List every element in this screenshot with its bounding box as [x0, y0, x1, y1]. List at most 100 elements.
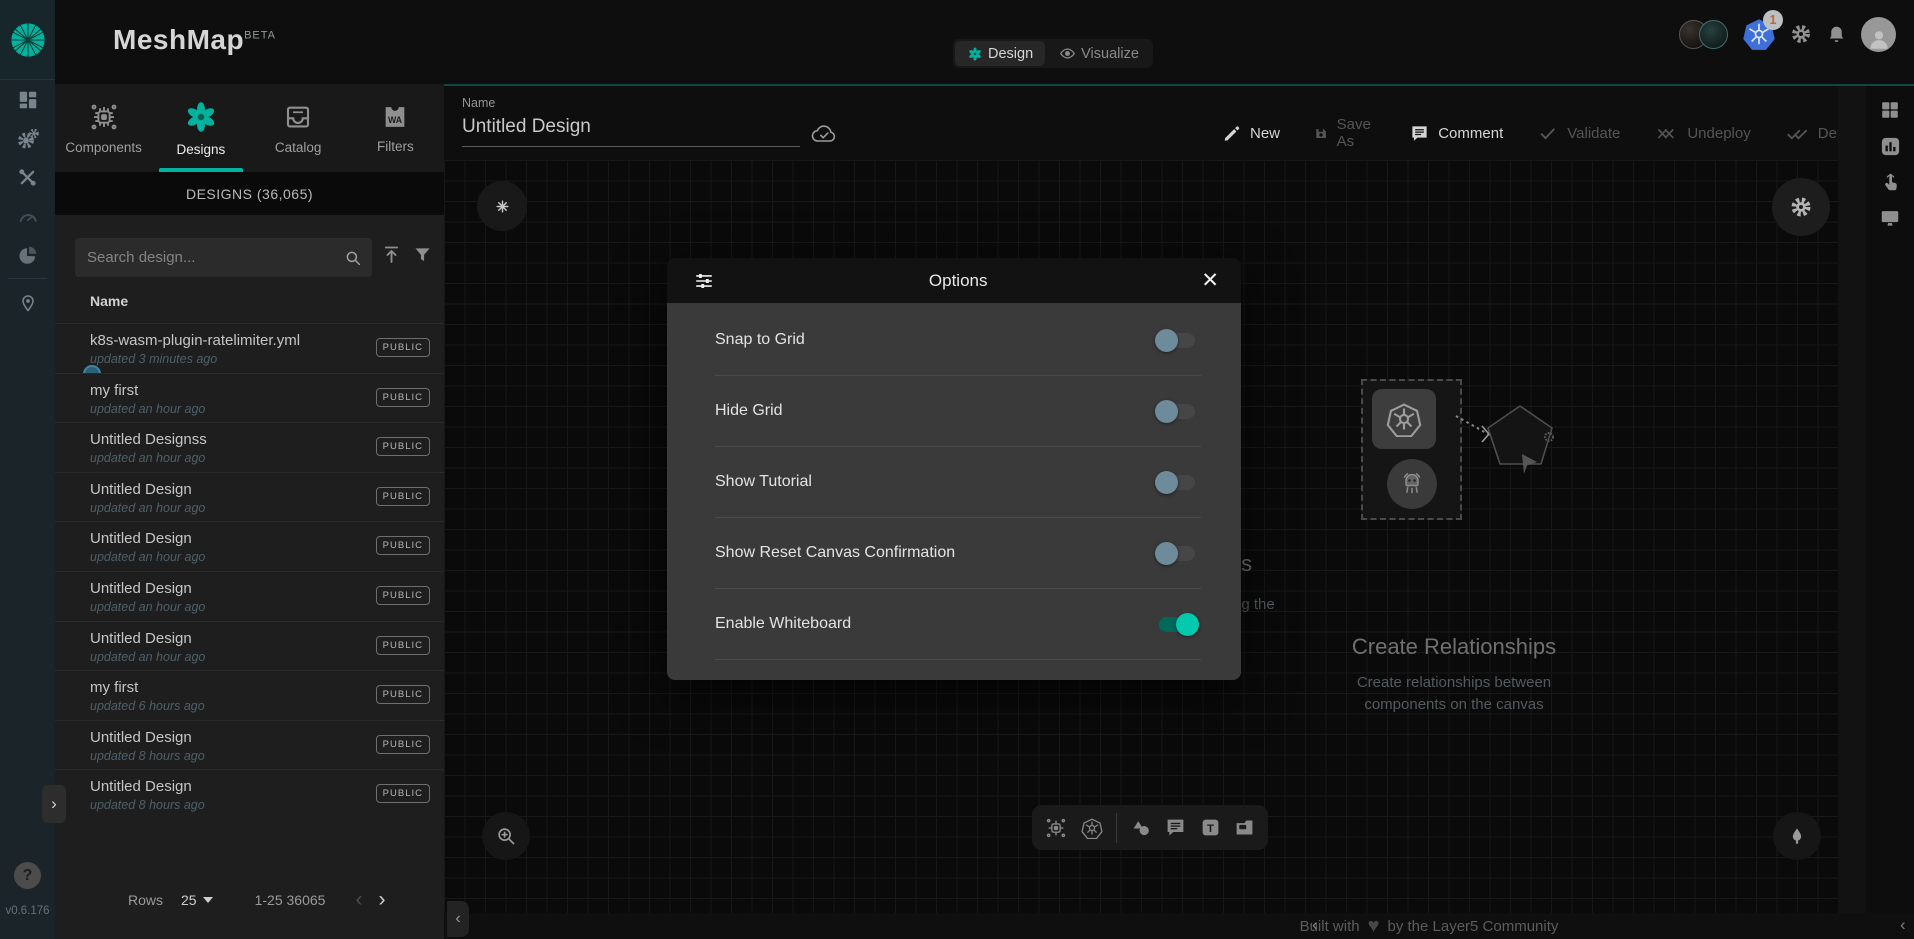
tab-components[interactable]: Components [55, 84, 152, 172]
right-rail-interaction-icon[interactable] [1866, 164, 1914, 200]
app-version: v0.6.176 [0, 905, 55, 917]
design-list-item[interactable]: k8s-wasm-plugin-ratelimiter.yml updated … [55, 323, 444, 373]
expand-sidebar-button[interactable]: › [42, 785, 66, 823]
help-button[interactable]: ? [14, 862, 41, 889]
design-list-item[interactable]: my first updated an hour ago PUBLIC [55, 373, 444, 423]
caret-down-icon [203, 897, 213, 903]
comment-button[interactable]: Comment [1410, 116, 1503, 150]
canvas-context-fab[interactable] [477, 181, 527, 231]
notifications-bell-icon[interactable] [1826, 24, 1847, 45]
design-visibility-badge: PUBLIC [376, 437, 430, 456]
collaborator-avatar[interactable] [1699, 20, 1728, 49]
design-list-item[interactable]: Untitled Design updated an hour ago PUBL… [55, 521, 444, 571]
design-updated-time: updated an hour ago [90, 600, 205, 614]
search-icon[interactable] [344, 249, 362, 267]
options-modal-header: Options ✕ [667, 258, 1241, 303]
design-list-item[interactable]: Untitled Design updated an hour ago PUBL… [55, 621, 444, 671]
nav-meshmap-icon[interactable] [0, 283, 55, 322]
nav-extensions-icon[interactable] [0, 236, 55, 275]
previous-page-button[interactable]: ‹ [355, 888, 362, 912]
mode-switch: Design Visualize [953, 39, 1153, 68]
option-toggle[interactable] [1159, 475, 1195, 490]
design-list-actions [381, 244, 433, 265]
design-updated-time: updated 3 minutes ago [90, 352, 217, 366]
save-as-button[interactable]: Save As [1314, 116, 1376, 150]
collapse-dock-button[interactable]: ‹ [1312, 915, 1318, 935]
options-modal-body: Snap to Grid Hide Grid Show Tutorial Sho… [667, 303, 1241, 680]
zoom-in-icon [495, 825, 517, 847]
tune-sliders-icon [693, 270, 715, 292]
kubernetes-context-count-badge: 1 [1763, 10, 1783, 30]
whiteboard-pen-fab[interactable] [1773, 812, 1821, 860]
design-updated-time: updated 6 hours ago [90, 699, 205, 713]
panel-tabs: Components Designs Catalog WA [55, 84, 444, 172]
option-toggle[interactable] [1159, 546, 1195, 561]
option-toggle[interactable] [1159, 333, 1195, 348]
option-toggle[interactable] [1159, 404, 1195, 419]
filter-funnel-icon[interactable] [412, 244, 433, 265]
right-rail-screen-icon[interactable] [1866, 200, 1914, 236]
designs-count-header: DESIGNS (36,065) [55, 172, 444, 215]
toggle-knob [1155, 471, 1178, 494]
design-list-item[interactable]: Untitled Design updated 8 hours ago PUBL… [55, 720, 444, 770]
design-list-item[interactable]: Untitled Design updated an hour ago PUBL… [55, 571, 444, 621]
heart-icon: ♥ [1368, 916, 1380, 936]
tab-design[interactable]: Design [955, 41, 1045, 66]
collapse-panel-button[interactable]: ‹ [447, 901, 469, 937]
design-updated-time: updated an hour ago [90, 402, 205, 416]
dock-comment-icon[interactable] [1165, 817, 1186, 838]
catalog-icon [283, 102, 313, 132]
header-right-cluster: 1 [1679, 14, 1896, 54]
nav-lifecycle-icon[interactable] [0, 119, 55, 158]
search-input[interactable] [75, 249, 344, 266]
design-list-item[interactable]: Untitled Design updated 8 hours ago PUBL… [55, 769, 444, 819]
ink-droplet-icon [1787, 826, 1807, 846]
user-profile-avatar[interactable] [1861, 17, 1896, 52]
tab-designs[interactable]: Designs [152, 84, 249, 172]
tab-catalog[interactable]: Catalog [250, 84, 347, 172]
import-design-icon[interactable] [381, 244, 402, 265]
kubernetes-context-button[interactable]: 1 [1742, 17, 1776, 51]
close-modal-button[interactable]: ✕ [1201, 270, 1219, 291]
design-list-item[interactable]: my first updated 6 hours ago PUBLIC [55, 670, 444, 720]
nav-dashboard-icon[interactable] [0, 80, 55, 119]
undeploy-button[interactable]: Undeploy [1654, 116, 1750, 150]
catalog-tab-label: Catalog [275, 140, 322, 155]
new-design-button[interactable]: New [1222, 116, 1280, 150]
footer-credit-prefix: Built with [1300, 918, 1360, 935]
meshery-logo[interactable] [0, 0, 55, 80]
zoom-in-fab[interactable] [482, 812, 530, 860]
nav-performance-icon[interactable] [0, 197, 55, 236]
rows-per-page-select[interactable]: 25 [181, 892, 213, 908]
right-rail-analytics-icon[interactable] [1866, 128, 1914, 164]
right-rail-components-icon[interactable] [1866, 92, 1914, 128]
dock-shapes-icon[interactable] [1130, 817, 1152, 839]
designs-pinwheel-icon [184, 100, 218, 134]
design-list-item[interactable]: Untitled Design updated an hour ago PUBL… [55, 472, 444, 522]
option-label: Show Reset Canvas Confirmation [715, 544, 1159, 562]
double-check-icon [1785, 124, 1809, 143]
settings-gear-icon[interactable] [1790, 23, 1812, 45]
validate-button[interactable]: Validate [1537, 116, 1620, 150]
right-gap-strip [1838, 86, 1866, 913]
next-page-button[interactable]: › [378, 888, 385, 912]
right-tool-rail [1866, 86, 1914, 913]
tab-filters[interactable]: WA Filters [347, 84, 444, 172]
top-header-bar: MeshMapBETA Design Visualize [55, 0, 1914, 84]
comment-icon [1410, 124, 1429, 143]
onboarding-title: Create Relationships [1304, 634, 1604, 660]
tab-visualize[interactable]: Visualize [1047, 41, 1151, 66]
collapse-right-rail-button[interactable]: ‹ [1900, 915, 1906, 935]
design-name-input[interactable] [462, 110, 800, 147]
nav-configuration-icon[interactable] [0, 158, 55, 197]
design-list-item[interactable]: Untitled Designss updated an hour ago PU… [55, 422, 444, 472]
footer-credit: Built with ♥ by the Layer5 Community [1184, 916, 1674, 936]
dock-kubernetes-icon[interactable] [1081, 817, 1103, 839]
design-visibility-badge: PUBLIC [376, 735, 430, 754]
dock-media-icon[interactable] [1234, 817, 1255, 838]
dock-text-icon[interactable]: T [1200, 817, 1221, 838]
onboarding-subtitle: Create relationships between components … [1304, 672, 1604, 716]
dock-components-icon[interactable] [1045, 817, 1067, 839]
option-toggle[interactable] [1159, 617, 1195, 632]
canvas-settings-fab[interactable] [1772, 178, 1830, 236]
